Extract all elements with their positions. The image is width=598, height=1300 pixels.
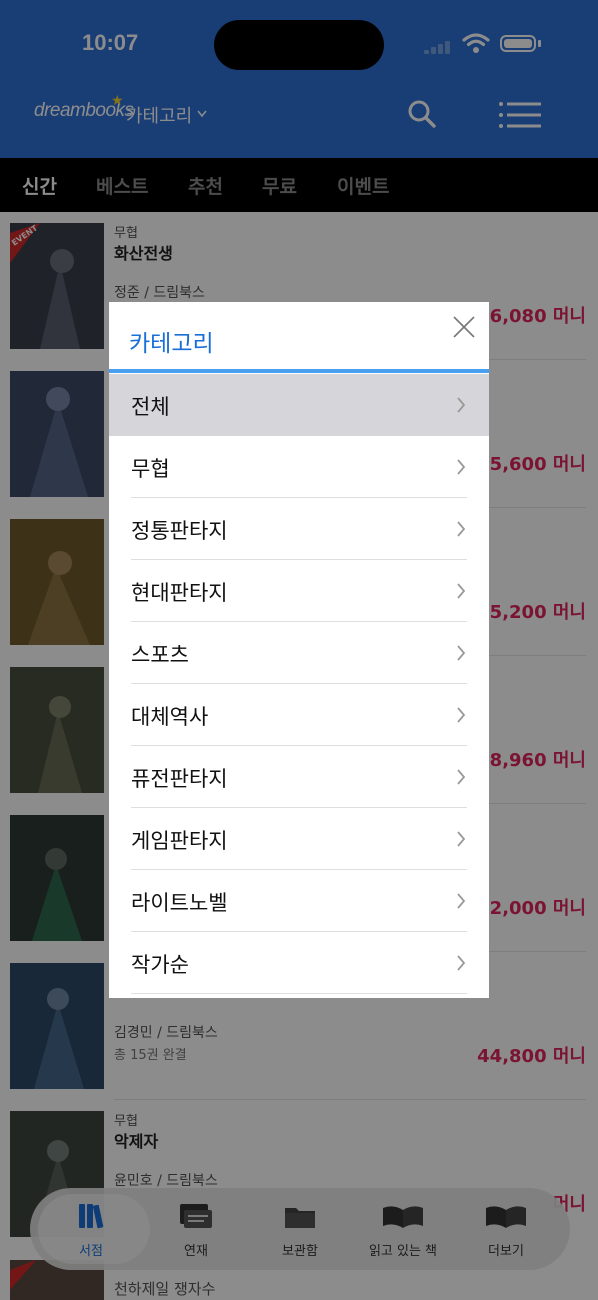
category-label: 스포츠 bbox=[131, 643, 189, 667]
category-label: 게임판타지 bbox=[131, 829, 228, 853]
chevron-right-icon bbox=[457, 583, 466, 599]
chevron-right-icon bbox=[457, 707, 466, 723]
category-item-sports[interactable]: 스포츠 bbox=[109, 622, 489, 684]
item-divider bbox=[131, 993, 467, 994]
category-label: 전체 bbox=[131, 395, 170, 419]
chevron-right-icon bbox=[457, 893, 466, 909]
category-label: 작가순 bbox=[131, 953, 189, 977]
chevron-right-icon bbox=[457, 955, 466, 971]
category-label: 무협 bbox=[131, 457, 170, 481]
category-item-alt-history[interactable]: 대체역사 bbox=[109, 684, 489, 746]
category-label: 라이트노벨 bbox=[131, 891, 228, 915]
category-label: 대체역사 bbox=[131, 705, 209, 729]
category-item-martial-arts[interactable]: 무협 bbox=[109, 436, 489, 498]
category-item-light-novel[interactable]: 라이트노벨 bbox=[109, 870, 489, 932]
category-item-by-author[interactable]: 작가순 bbox=[109, 932, 489, 994]
category-modal: 카테고리 전체 무협 정통판타지 현대판타지 스포츠 대체역사 퓨전판타지 게임… bbox=[109, 302, 489, 998]
modal-title: 카테고리 bbox=[129, 331, 214, 357]
category-item-classic-fantasy[interactable]: 정통판타지 bbox=[109, 498, 489, 560]
chevron-right-icon bbox=[457, 645, 466, 661]
category-item-fusion-fantasy[interactable]: 퓨전판타지 bbox=[109, 746, 489, 808]
category-item-modern-fantasy[interactable]: 현대판타지 bbox=[109, 560, 489, 622]
chevron-right-icon bbox=[457, 459, 466, 475]
category-item-game-fantasy[interactable]: 게임판타지 bbox=[109, 808, 489, 870]
category-item-all[interactable]: 전체 bbox=[109, 374, 489, 436]
chevron-right-icon bbox=[457, 769, 466, 785]
category-label: 현대판타지 bbox=[131, 581, 228, 605]
category-label: 퓨전판타지 bbox=[131, 767, 228, 791]
chevron-right-icon bbox=[457, 397, 466, 413]
chevron-right-icon bbox=[457, 521, 466, 537]
close-icon[interactable] bbox=[451, 314, 477, 340]
app-screen: 10:07 dreambooks ★ 카테고리 신간 베스트 추천 무료 이벤트… bbox=[0, 0, 598, 1300]
category-label: 정통판타지 bbox=[131, 519, 228, 543]
chevron-right-icon bbox=[457, 831, 466, 847]
modal-header-divider bbox=[109, 369, 489, 373]
